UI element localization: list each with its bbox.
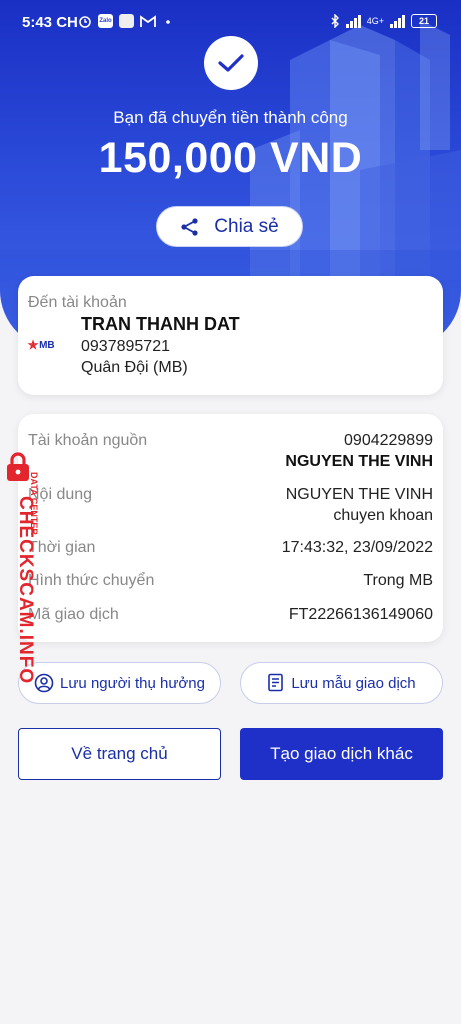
- mb-bank-logo: ✯ MB: [28, 338, 55, 352]
- signal-icon: [345, 14, 361, 28]
- time-value: 17:43:32, 23/09/2022: [281, 539, 433, 556]
- success-message: Bạn đã chuyển tiền thành công: [113, 108, 348, 127]
- source-account-name: NGUYEN THE VINH: [285, 453, 433, 470]
- method-value: Trong MB: [363, 572, 433, 589]
- source-account-value: 0904229899: [344, 432, 433, 449]
- save-beneficiary-label: Lưu người thụ hưởng: [60, 674, 205, 692]
- alarm-icon: [79, 16, 91, 28]
- document-icon: [268, 673, 284, 692]
- recipient-label: Đến tài khoản: [28, 294, 127, 311]
- new-transaction-button[interactable]: Tạo giao dịch khác: [240, 728, 443, 780]
- share-label: Chia sẻ: [214, 215, 279, 237]
- success-check: [204, 36, 258, 90]
- recipient-bank: Quân Đội (MB): [81, 359, 188, 376]
- bluetooth-icon: [331, 14, 339, 28]
- save-template-label: Lưu mẫu giao dịch: [291, 674, 416, 692]
- check-icon: [218, 54, 244, 72]
- notification-icons: Zalo: [78, 14, 174, 28]
- signal-icon-2: [390, 14, 405, 28]
- battery-icon: 21: [411, 14, 437, 28]
- transaction-details-card: Tài khoản nguồn 0904229899 NGUYEN THE VI…: [18, 414, 443, 642]
- watermark: DATA CENTER CHECKSCAM.INFO: [2, 452, 48, 684]
- status-time: 5:43 CH: [22, 14, 78, 31]
- transaction-id-value: FT22266136149060: [288, 606, 433, 623]
- share-icon: [181, 217, 198, 236]
- save-template-button[interactable]: Lưu mẫu giao dịch: [240, 662, 443, 704]
- status-right-icons: 4G+ 21: [331, 14, 437, 28]
- network-type: 4G+: [366, 16, 384, 26]
- square-icon: [119, 14, 134, 28]
- transfer-amount: 150,000 VND: [98, 134, 363, 182]
- home-button[interactable]: Về trang chủ: [18, 728, 221, 780]
- recipient-name: TRAN THANH DAT: [81, 314, 240, 334]
- lock-icon: [7, 452, 29, 481]
- dot-icon: [166, 20, 170, 24]
- save-beneficiary-button[interactable]: Lưu người thụ hưởng: [18, 662, 221, 704]
- content-value-line1: NGUYEN THE VINH: [285, 486, 433, 503]
- recipient-card: Đến tài khoản ✯ MB TRAN THANH DAT 0937895…: [18, 276, 443, 395]
- zalo-icon: Zalo: [98, 14, 113, 28]
- gmail-icon: [140, 14, 156, 27]
- source-account-label: Tài khoản nguồn: [28, 432, 148, 449]
- content-value-line2: chuyen khoan: [333, 507, 433, 524]
- watermark-text: CHECKSCAM.INFO: [15, 496, 36, 685]
- recipient-account: 0937895721: [81, 338, 170, 355]
- share-button[interactable]: Chia sẻ: [156, 206, 303, 247]
